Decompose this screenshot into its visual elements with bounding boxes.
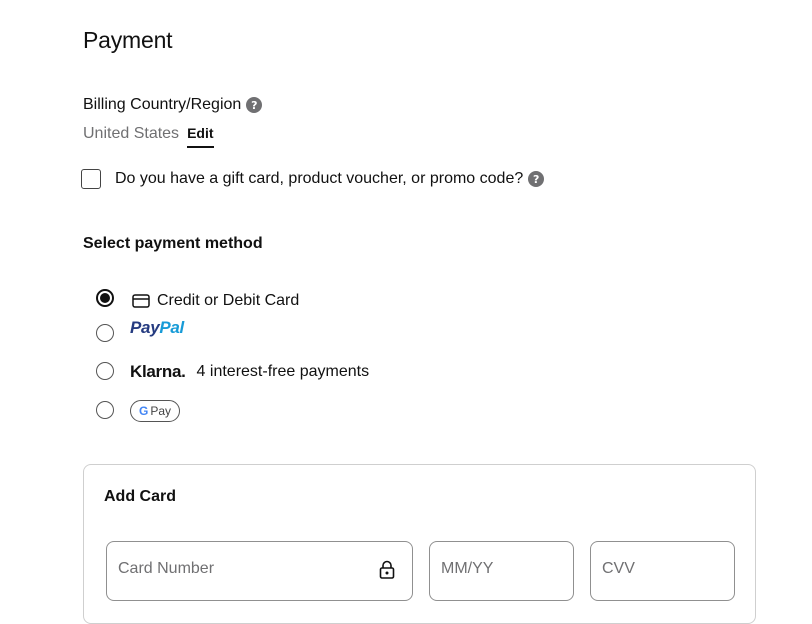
- payment-option-paypal[interactable]: PayPal: [96, 318, 184, 342]
- promo-code-label-text: Do you have a gift card, product voucher…: [115, 170, 524, 187]
- paypal-logo: PayPal: [130, 318, 184, 337]
- klarna-logo: Klarna.: [130, 362, 186, 381]
- promo-code-checkbox[interactable]: [81, 169, 101, 189]
- help-icon[interactable]: ?: [528, 171, 545, 187]
- card-option-text: Credit or Debit Card: [157, 292, 300, 309]
- card-option-label: Credit or Debit Card: [132, 292, 299, 310]
- promo-code-label: Do you have a gift card, product voucher…: [115, 170, 545, 188]
- promo-code-option[interactable]: Do you have a gift card, product voucher…: [81, 169, 545, 189]
- payment-radio-klarna[interactable]: [96, 362, 114, 380]
- add-card-title: Add Card: [104, 488, 176, 505]
- expiry-input[interactable]: [430, 542, 573, 578]
- klarna-option-text: 4 interest-free payments: [196, 363, 370, 380]
- expiry-field[interactable]: [429, 541, 574, 601]
- billing-country-label: Billing Country/Region ?: [83, 96, 263, 114]
- card-number-input[interactable]: [107, 542, 412, 578]
- payment-radio-google-pay[interactable]: [96, 401, 114, 419]
- payment-radio-paypal[interactable]: [96, 324, 114, 342]
- radio-selected-dot: [100, 293, 110, 303]
- payment-option-klarna[interactable]: Klarna. 4 interest-free payments: [96, 360, 369, 382]
- card-number-field[interactable]: [106, 541, 413, 601]
- cvv-input[interactable]: [591, 542, 734, 578]
- cvv-field[interactable]: [590, 541, 735, 601]
- help-icon[interactable]: ?: [246, 97, 263, 113]
- credit-card-icon: [132, 294, 150, 308]
- billing-country-row: United States Edit: [83, 125, 214, 148]
- google-pay-logo: G Pay: [130, 400, 181, 422]
- edit-country-link[interactable]: Edit: [187, 125, 214, 148]
- payment-option-google-pay[interactable]: G Pay: [96, 398, 181, 422]
- payment-option-card[interactable]: Credit or Debit Card: [96, 286, 299, 310]
- lock-icon: [379, 560, 395, 579]
- payment-radio-card[interactable]: [96, 289, 114, 307]
- page-title: Payment: [83, 27, 173, 53]
- google-pay-text: Pay: [150, 404, 172, 418]
- billing-country-value: United States: [83, 125, 180, 142]
- billing-country-label-text: Billing Country/Region: [83, 96, 242, 113]
- google-g-icon: G: [139, 404, 149, 418]
- payment-method-heading: Select payment method: [83, 235, 263, 252]
